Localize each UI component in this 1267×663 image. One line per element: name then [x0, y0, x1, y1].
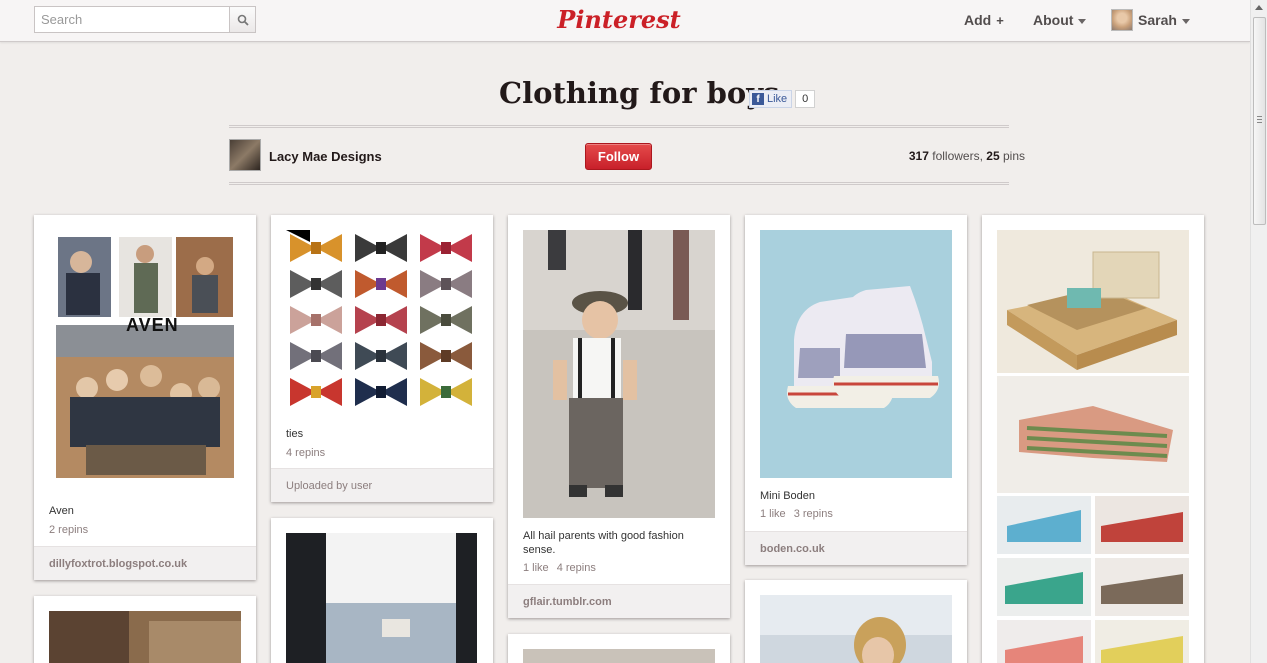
user-avatar [1111, 9, 1133, 31]
pin-image[interactable] [49, 611, 241, 663]
pin-description: Aven [49, 505, 74, 517]
pin-stats: 4 repins [286, 447, 325, 459]
pin-likes: 1 like [760, 508, 786, 520]
pin-image[interactable] [997, 230, 1189, 663]
pin-card[interactable]: All hail parents with good fashion sense… [508, 215, 730, 618]
pin-card[interactable]: ties 4 repins Uploaded by user [271, 215, 493, 502]
search-box [34, 6, 256, 33]
divider [229, 125, 1009, 128]
board-title: Clothing for boys [499, 76, 780, 110]
pin-description: Mini Boden [760, 490, 816, 502]
top-nav-bar: Pinterest Add + About Sarah [0, 0, 1250, 42]
pin-stats: 2 repins [49, 524, 88, 536]
nav-add-menu[interactable]: Add + [964, 12, 1004, 28]
pin-description: ties [286, 428, 304, 440]
nav-about-menu[interactable]: About [1033, 12, 1087, 28]
pin-repins: 2 repins [49, 524, 89, 536]
pin-image[interactable] [286, 533, 477, 663]
follow-button[interactable]: Follow [585, 143, 652, 170]
nav-user-label: Sarah [1138, 12, 1177, 28]
pin-image[interactable] [523, 649, 715, 663]
pin-stats: 1 like 4 repins [523, 562, 596, 574]
nav-add-label: Add [964, 12, 992, 28]
pin-image[interactable] [56, 237, 234, 478]
pin-source[interactable]: boden.co.uk [745, 531, 967, 565]
pin-repins: 4 repins [286, 447, 326, 459]
chevron-down-icon [1078, 18, 1087, 24]
search-input[interactable] [34, 6, 229, 33]
board-owner-name[interactable]: Lacy Mae Designs [269, 149, 382, 164]
pin-image[interactable] [760, 595, 952, 663]
followers-count: 317 [908, 149, 929, 163]
page-scrollbar[interactable] [1250, 0, 1267, 663]
aven-logo-text: AVEN [126, 315, 179, 335]
plus-icon: + [996, 12, 1004, 28]
pin-card[interactable] [508, 634, 730, 663]
facebook-like-widget: f Like 0 [749, 90, 816, 108]
followers-label[interactable]: followers [932, 149, 979, 163]
facebook-like-count: 0 [795, 90, 816, 108]
scroll-up-icon[interactable] [1255, 5, 1263, 10]
pin-source[interactable]: gflair.tumblr.com [508, 584, 730, 618]
pin-likes: 1 like [523, 562, 549, 574]
facebook-like-button[interactable]: f Like [749, 90, 793, 108]
grip-icon [1257, 116, 1262, 123]
pin-card[interactable] [745, 580, 967, 663]
chevron-down-icon [1181, 18, 1190, 24]
facebook-like-label: Like [767, 93, 788, 105]
pin-card[interactable] [271, 518, 493, 663]
search-icon [237, 14, 249, 26]
pin-description: All hail parents with good fashion sense… [523, 530, 684, 556]
board-stats: 317 followers, 25 pins [908, 149, 1025, 163]
pin-card[interactable] [982, 215, 1204, 663]
pin-repins: 4 repins [556, 562, 596, 574]
nav-user-menu[interactable]: Sarah [1111, 9, 1190, 31]
nav-about-label: About [1033, 12, 1074, 28]
owner-avatar[interactable] [229, 139, 261, 171]
pin-image[interactable] [286, 230, 478, 415]
pin-repins: 3 repins [793, 508, 833, 520]
scroll-thumb[interactable] [1253, 17, 1266, 225]
pin-source[interactable]: dillyfoxtrot.blogspot.co.uk [34, 546, 256, 580]
pin-card[interactable]: AVEN Aven 2 repins dillyfoxtrot.blogspot… [34, 215, 256, 580]
pin-card[interactable] [34, 596, 256, 663]
pinterest-logo[interactable]: Pinterest [557, 2, 680, 36]
pin-source: Uploaded by user [271, 468, 493, 502]
search-button[interactable] [229, 6, 256, 33]
pin-image[interactable] [760, 230, 952, 478]
pin-stats: 1 like 3 repins [760, 508, 833, 520]
pins-count: 25 [986, 149, 1000, 163]
facebook-icon: f [752, 93, 764, 105]
pin-image[interactable] [523, 230, 715, 518]
pins-label: pins [1002, 149, 1025, 163]
divider [229, 182, 1009, 185]
pin-card[interactable]: Mini Boden 1 like 3 repins boden.co.uk [745, 215, 967, 565]
